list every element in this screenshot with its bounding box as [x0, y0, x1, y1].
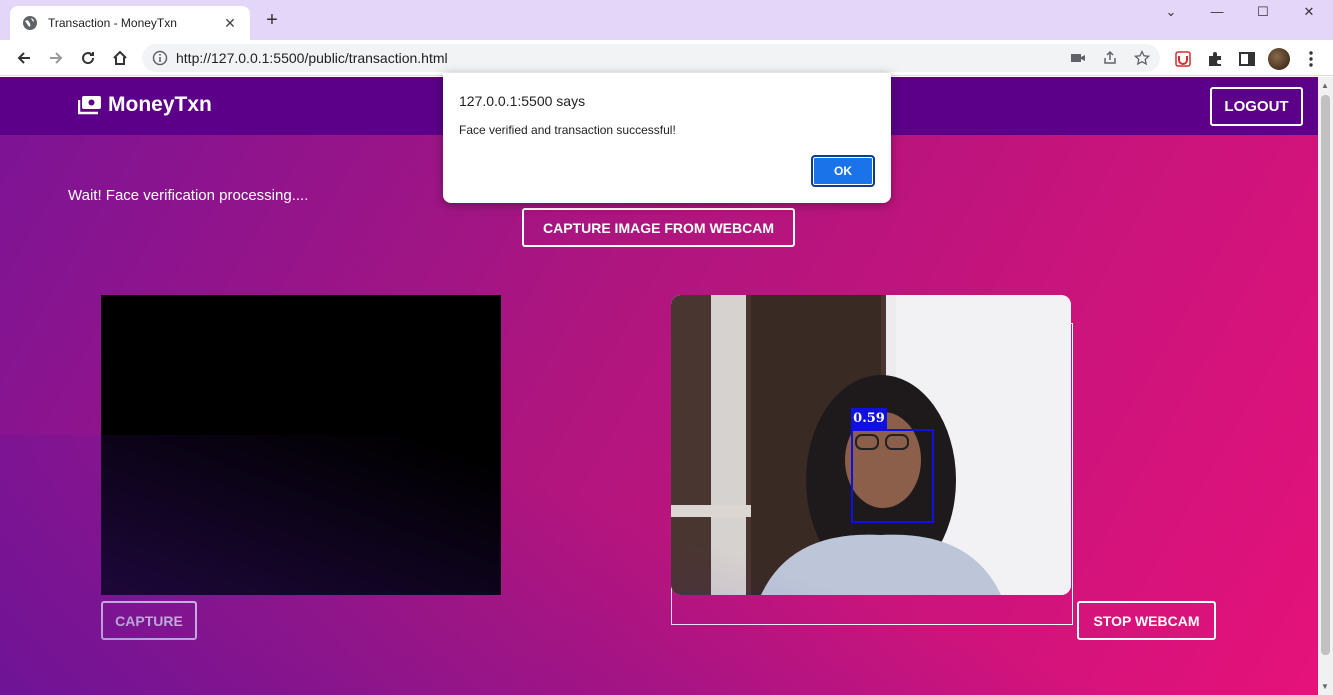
capture-button[interactable]: CAPTURE [101, 601, 197, 640]
home-icon [113, 50, 127, 65]
tab-search-icon[interactable]: ⌄ [1162, 4, 1180, 22]
url-text: http://127.0.0.1:5500/public/transaction… [176, 50, 448, 66]
arrow-right-icon [50, 52, 63, 64]
browser-tab[interactable]: Transaction - MoneyTxn ✕ [10, 6, 250, 40]
verification-status: Wait! Face verification processing.... [68, 187, 309, 204]
capture-webcam-button[interactable]: CAPTURE IMAGE FROM WEBCAM [522, 208, 795, 247]
more-menu-icon[interactable] [1302, 50, 1320, 68]
reload-icon [82, 52, 95, 65]
logout-button[interactable]: LOGOUT [1210, 87, 1303, 126]
face-confidence-label: 0.59 [851, 408, 887, 430]
minimize-button[interactable]: — [1208, 4, 1226, 22]
home-button[interactable] [110, 48, 130, 68]
globe-icon [23, 16, 37, 30]
puzzle-icon[interactable] [1206, 50, 1224, 68]
tab-title: Transaction - MoneyTxn [48, 16, 177, 30]
alert-dialog: 127.0.0.1:5500 says Face verified and tr… [443, 73, 891, 203]
forward-button[interactable] [46, 48, 66, 68]
browser-tabstrip: Transaction - MoneyTxn ✕ + ⌄ — ☐ ✕ [0, 0, 1333, 40]
maximize-button[interactable]: ☐ [1254, 4, 1272, 22]
face-detection-box [851, 429, 934, 523]
avatar[interactable] [1268, 48, 1290, 70]
scroll-down-icon[interactable]: ▼ [1321, 682, 1329, 691]
browser-toolbar: http://127.0.0.1:5500/public/transaction… [0, 40, 1333, 76]
scrollbar[interactable]: ▲ ▼ [1318, 77, 1333, 695]
address-bar[interactable]: http://127.0.0.1:5500/public/transaction… [142, 44, 1160, 72]
shield-extension-icon[interactable] [1174, 50, 1192, 68]
new-tab-button[interactable]: + [262, 10, 282, 30]
camera-icon[interactable] [1070, 50, 1086, 66]
brand-logo[interactable]: MoneyTxn [78, 93, 212, 117]
dialog-message: Face verified and transaction successful… [459, 123, 676, 137]
dialog-origin: 127.0.0.1:5500 says [459, 93, 586, 109]
share-icon[interactable] [1102, 50, 1118, 66]
star-icon[interactable] [1134, 50, 1150, 66]
back-button[interactable] [14, 48, 34, 68]
money-icon [78, 96, 101, 115]
scroll-up-icon[interactable]: ▲ [1321, 81, 1329, 90]
dialog-ok-button[interactable]: OK [811, 155, 875, 187]
arrow-left-icon [17, 52, 30, 64]
scroll-thumb[interactable] [1321, 95, 1330, 655]
tab-close-icon[interactable]: ✕ [222, 15, 238, 32]
brand-name: MoneyTxn [108, 93, 212, 116]
sidepanel-icon[interactable] [1238, 50, 1256, 68]
info-icon[interactable] [152, 50, 168, 66]
stop-webcam-button[interactable]: STOP WEBCAM [1077, 601, 1216, 640]
close-window-button[interactable]: ✕ [1300, 4, 1318, 22]
captured-image-canvas [101, 295, 501, 595]
reload-button[interactable] [78, 48, 98, 68]
